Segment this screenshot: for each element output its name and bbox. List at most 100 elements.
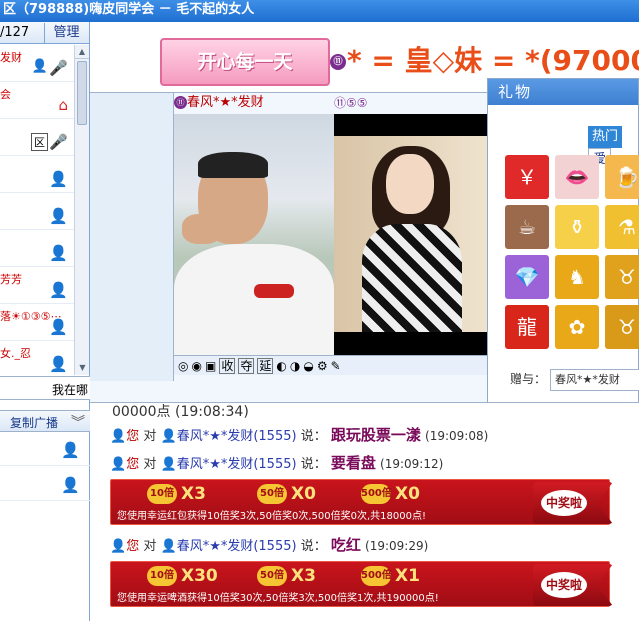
scroll-down-arrow-icon[interactable]: ▼ xyxy=(75,361,90,375)
gift-coffee[interactable]: ☕ xyxy=(505,205,549,249)
cam-tool-4-icon[interactable]: 夺 xyxy=(238,358,255,374)
cam-user-extra: ⑪⑤⑤ xyxy=(334,96,368,110)
tab-hot[interactable]: 热门 xyxy=(588,126,623,148)
cam-tool-10-icon[interactable]: ✎ xyxy=(331,356,341,376)
room-score: ⑪ * = 皇◇妹 = *(97000) xyxy=(330,39,639,79)
user-row[interactable]: 区 🎤 xyxy=(0,119,74,156)
gift-gold-horse[interactable]: ♞ xyxy=(555,255,599,299)
user-row[interactable]: 👤 xyxy=(0,193,74,230)
user-name: 发财 xyxy=(0,51,22,64)
chat-time: (19:09:29) xyxy=(365,539,429,553)
broadcast-row[interactable]: 👤 xyxy=(0,467,90,501)
happy-everyday-banner: 开心每一天 xyxy=(160,38,330,86)
gift-gold-ox[interactable]: ♉ xyxy=(605,255,639,299)
cam-tool-8-icon[interactable]: ◒ xyxy=(303,356,313,376)
gift-diamond[interactable]: 💎 xyxy=(505,255,549,299)
chat-recipient[interactable]: 春风*★*发财(1555) xyxy=(177,429,297,444)
chat-message: 👤您 对 👤春风*★*发财(1555) 说： 跟玩股票一漾 (19:09:08) xyxy=(110,423,488,447)
mic-icon: 🎤 xyxy=(49,59,68,77)
user-row[interactable]: 落☀①③⑤⋯ 👤 xyxy=(0,304,74,341)
user-row[interactable]: 女._忍 👤 xyxy=(0,341,74,375)
tab-manage[interactable]: 管理 xyxy=(44,23,88,43)
user-gold-icon: 👤 xyxy=(110,539,127,554)
cam-tool-5-icon[interactable]: 延 xyxy=(257,358,274,374)
scroll-up-arrow-icon[interactable]: ▲ xyxy=(75,45,89,59)
chat-to: 对 xyxy=(143,539,157,554)
cam-tool-2-icon[interactable]: ▣ xyxy=(205,356,216,376)
user-row[interactable]: 👤 xyxy=(0,156,74,193)
user-row[interactable]: 发财 👤 🎤 xyxy=(0,45,74,82)
user-name: 芳芳 xyxy=(0,273,22,286)
chat-time: (19:09:12) xyxy=(380,457,444,471)
cam-tool-6-icon[interactable]: ◐ xyxy=(276,356,286,376)
user-name: 女._忍 xyxy=(0,347,31,360)
room-badge-icon: 区 xyxy=(31,133,48,151)
gift-gold-pot[interactable]: ⚱ xyxy=(555,205,599,249)
chat-said: 说： xyxy=(300,457,327,472)
user-list-scrollbar[interactable]: ▲ ▼ xyxy=(74,45,89,375)
person-orange-icon: 👤 xyxy=(61,476,80,494)
give-to-select[interactable]: 春风*★*发财 xyxy=(550,369,639,391)
multiplier-count: X1 xyxy=(395,566,420,586)
chat-sender[interactable]: 您 xyxy=(126,457,139,472)
scroll-thumb[interactable] xyxy=(77,61,87,125)
multiplier-coin: 50倍 xyxy=(257,484,287,504)
level-badge-icon: ⑪ xyxy=(174,96,187,109)
user-gold-icon: 👤 xyxy=(110,457,127,472)
user-row[interactable]: 👤 xyxy=(0,230,74,267)
chat-recipient[interactable]: 春风*★*发财(1555) xyxy=(177,539,297,554)
chat-text: 要看盘 xyxy=(330,454,376,472)
cam-user-name[interactable]: 春风*★*发财 xyxy=(187,95,264,110)
give-to-row: 赠与： 春风*★*发财 xyxy=(510,369,639,391)
cam-toolbar: ◎ ◉ ▣ 收夺延 ◐ ◑ ◒ ⚙ ✎ xyxy=(174,355,494,375)
chat-sender[interactable]: 您 xyxy=(126,429,139,444)
gift-red-envelope[interactable]: ￥ xyxy=(505,155,549,199)
gift-perfume[interactable]: ⚗ xyxy=(605,205,639,249)
video-side-panel xyxy=(90,93,174,381)
multiplier-coin: 10倍 xyxy=(147,484,177,504)
chat-area: 00000点 (19:08:34) 👤您 对 👤春风*★*发财(1555) 说：… xyxy=(90,402,639,621)
cam-tool-9-icon[interactable]: ⚙ xyxy=(317,356,328,376)
give-to-label: 赠与： xyxy=(510,372,547,386)
multiplier-coin: 500倍 xyxy=(361,566,392,586)
gift-lips[interactable]: 👄 xyxy=(555,155,599,199)
broadcast-row[interactable]: 👤 xyxy=(0,432,90,466)
gift-gold-bull[interactable]: ♉ xyxy=(605,305,639,349)
gift-gold-rose[interactable]: ✿ xyxy=(555,305,599,349)
cam-tool-1-icon[interactable]: ◉ xyxy=(191,356,201,376)
cam-tool-7-icon[interactable]: ◑ xyxy=(290,356,300,376)
user-list: 发财 👤 🎤 会 ⌂ 区 🎤 👤 👤 👤 芳芳 👤 落☀①③⑤⋯ 👤 女._忍 👤 xyxy=(0,45,74,375)
video-feed-left[interactable] xyxy=(174,114,334,355)
chevron-down-icon[interactable]: ︾ xyxy=(71,412,85,432)
video-feed-right[interactable] xyxy=(334,114,494,355)
multiplier-coin: 50倍 xyxy=(257,566,287,586)
chat-time: (19:09:08) xyxy=(425,429,489,443)
chat-earlier-line: 00000点 (19:08:34) xyxy=(112,404,249,420)
user-search-bar[interactable]: 我在哪 xyxy=(0,376,90,400)
gift-dragon[interactable]: 龍 xyxy=(505,305,549,349)
chat-said: 说： xyxy=(300,539,327,554)
prize-banner: 10倍 X3 50倍 X0 500倍 X0 您使用幸运红包获得10倍奖3次,50倍奖0… xyxy=(110,479,613,525)
gift-panel-title: 礼物 xyxy=(488,79,638,105)
tab-user-count[interactable]: /127 xyxy=(0,25,29,40)
broadcast-header[interactable]: 复制广播 ︾ xyxy=(0,410,90,432)
chat-said: 说： xyxy=(300,429,327,444)
user-row[interactable]: 会 ⌂ xyxy=(0,82,74,119)
copy-broadcast-label: 复制广播 xyxy=(10,416,59,430)
prize-flag: 中奖啦 xyxy=(533,564,613,606)
person-orange-icon: 👤 xyxy=(49,318,68,336)
user-blue-icon: 👤 xyxy=(160,457,177,472)
gift-tabs: 热门爱 xyxy=(588,126,638,170)
cam-tool-0-icon[interactable]: ◎ xyxy=(178,356,188,376)
user-row[interactable]: 芳芳 👤 xyxy=(0,267,74,304)
user-blue-icon: 👤 xyxy=(160,539,177,554)
where-am-i-button[interactable]: 我在哪 xyxy=(52,381,88,398)
window-title: 区（798888)嗨皮同学会 － 毛不起的女人 xyxy=(0,0,639,22)
multiplier-count: X0 xyxy=(395,484,420,504)
chat-sender[interactable]: 您 xyxy=(126,539,139,554)
gift-beer[interactable]: 🍺 xyxy=(605,155,639,199)
chat-recipient[interactable]: 春风*★*发财(1555) xyxy=(177,457,297,472)
multiplier-coin: 500倍 xyxy=(361,484,392,504)
cam-tool-3-icon[interactable]: 收 xyxy=(219,358,236,374)
mic-icon: 🎤 xyxy=(49,133,68,151)
